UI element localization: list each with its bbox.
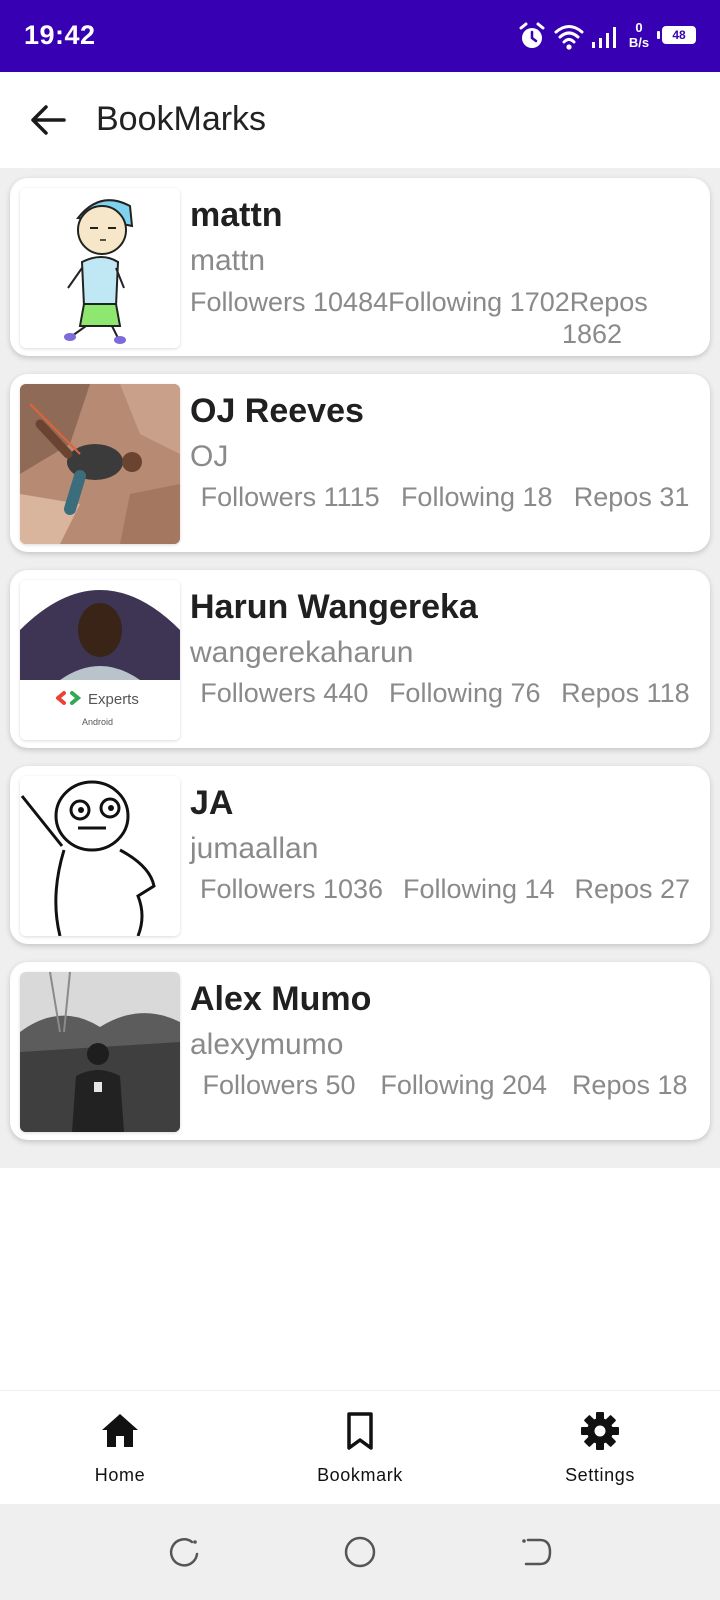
bookmark-list[interactable]: mattn mattn Followers 10484Following 170… bbox=[0, 168, 720, 1168]
battery-icon: 48 bbox=[662, 26, 696, 44]
system-navigation-bar bbox=[0, 1504, 720, 1600]
avatar bbox=[20, 188, 180, 348]
bottom-navigation: Home Bookmark Settings bbox=[0, 1390, 720, 1505]
user-stats: Followers 1036 Following 14 Repos 27 bbox=[190, 874, 700, 905]
repos-label: Repos bbox=[569, 287, 648, 317]
followers-count: Followers 1115 bbox=[200, 482, 380, 512]
followers-count: Followers 1036 bbox=[199, 874, 384, 904]
page-title: BookMarks bbox=[96, 100, 267, 138]
repos-count: Repos 31 bbox=[573, 482, 690, 512]
user-login: mattn bbox=[190, 244, 266, 277]
user-login: jumaallan bbox=[190, 832, 319, 865]
following-count: Following 18 bbox=[400, 482, 553, 512]
status-icons: 0 B/s 48 bbox=[518, 18, 698, 54]
repos-count: Repos 18 bbox=[571, 1070, 688, 1100]
user-stats: Followers 1115 Following 18 Repos 31 bbox=[190, 482, 700, 513]
user-login: alexymumo bbox=[190, 1028, 344, 1061]
battery-nub bbox=[657, 31, 660, 39]
user-name: Harun Wangereka bbox=[190, 588, 478, 626]
nav-home-label: Home bbox=[94, 1465, 146, 1485]
home-icon bbox=[102, 1414, 138, 1447]
following-count: Following 76 bbox=[388, 678, 541, 708]
arrow-back-icon bbox=[31, 105, 66, 135]
avatar-caption: Experts bbox=[88, 691, 139, 708]
user-stats: Followers 50 Following 204 Repos 18 bbox=[190, 1070, 700, 1101]
followers-count: Followers 440 bbox=[200, 678, 369, 708]
user-stats: Followers 440 Following 76 Repos 118 bbox=[190, 678, 700, 709]
bookmark-card[interactable]: JA jumaallan Followers 1036 Following 14… bbox=[10, 766, 710, 944]
avatar-subcaption: Android bbox=[82, 717, 113, 727]
following-count: Following 14 bbox=[402, 874, 555, 904]
user-name: OJ Reeves bbox=[190, 392, 364, 430]
net-speed-unit: B/s bbox=[628, 35, 650, 50]
avatar: Experts Android bbox=[20, 580, 180, 740]
repos-count: Repos 118 bbox=[561, 678, 690, 708]
user-login: wangerekaharun bbox=[190, 636, 414, 669]
user-stats: Followers 10484Following 1702Repos 1862 bbox=[190, 286, 650, 350]
user-name: JA bbox=[190, 784, 234, 822]
signal-icon bbox=[592, 27, 616, 48]
status-bar: 19:42 0 B/s 48 bbox=[0, 0, 720, 72]
user-login: OJ bbox=[190, 440, 229, 473]
bookmark-icon bbox=[347, 1412, 373, 1450]
status-time: 19:42 bbox=[24, 20, 96, 50]
recents-icon[interactable] bbox=[166, 1534, 202, 1570]
settings-icon bbox=[581, 1412, 619, 1450]
bookmark-card[interactable]: OJ Reeves OJ Followers 1115 Following 18… bbox=[10, 374, 710, 552]
repos-count: 1862 bbox=[562, 319, 623, 349]
alarm-icon bbox=[519, 22, 545, 48]
nav-settings-label: Settings bbox=[565, 1465, 635, 1485]
net-speed: 0 B/s bbox=[624, 20, 654, 50]
bookmark-card[interactable]: Experts Android Harun Wangereka wangerek… bbox=[10, 570, 710, 748]
nav-settings[interactable]: Settings bbox=[480, 1391, 720, 1505]
back-button[interactable] bbox=[24, 96, 72, 144]
avatar bbox=[20, 384, 180, 544]
nav-bookmark-label: Bookmark bbox=[317, 1465, 403, 1485]
bookmark-card[interactable]: Alex Mumo alexymumo Followers 50 Followi… bbox=[10, 962, 710, 1140]
user-name: mattn bbox=[190, 196, 283, 234]
avatar bbox=[20, 776, 180, 936]
net-speed-value: 0 bbox=[635, 20, 643, 35]
avatar bbox=[20, 972, 180, 1132]
user-name: Alex Mumo bbox=[190, 980, 372, 1018]
nav-bookmark[interactable]: Bookmark bbox=[240, 1391, 480, 1505]
wifi-icon bbox=[554, 25, 584, 50]
repos-count: Repos 27 bbox=[574, 874, 691, 904]
following-count: Following 1702 bbox=[388, 287, 570, 317]
back-gesture-icon[interactable] bbox=[518, 1534, 554, 1570]
followers-count: Followers 50 bbox=[202, 1070, 356, 1100]
app-bar: BookMarks bbox=[0, 72, 720, 168]
nav-home[interactable]: Home bbox=[0, 1391, 240, 1505]
followers-count: Followers 10484 bbox=[190, 287, 389, 317]
bookmark-card[interactable]: mattn mattn Followers 10484Following 170… bbox=[10, 178, 710, 356]
following-count: Following 204 bbox=[380, 1070, 548, 1100]
home-button-icon[interactable] bbox=[342, 1534, 378, 1570]
